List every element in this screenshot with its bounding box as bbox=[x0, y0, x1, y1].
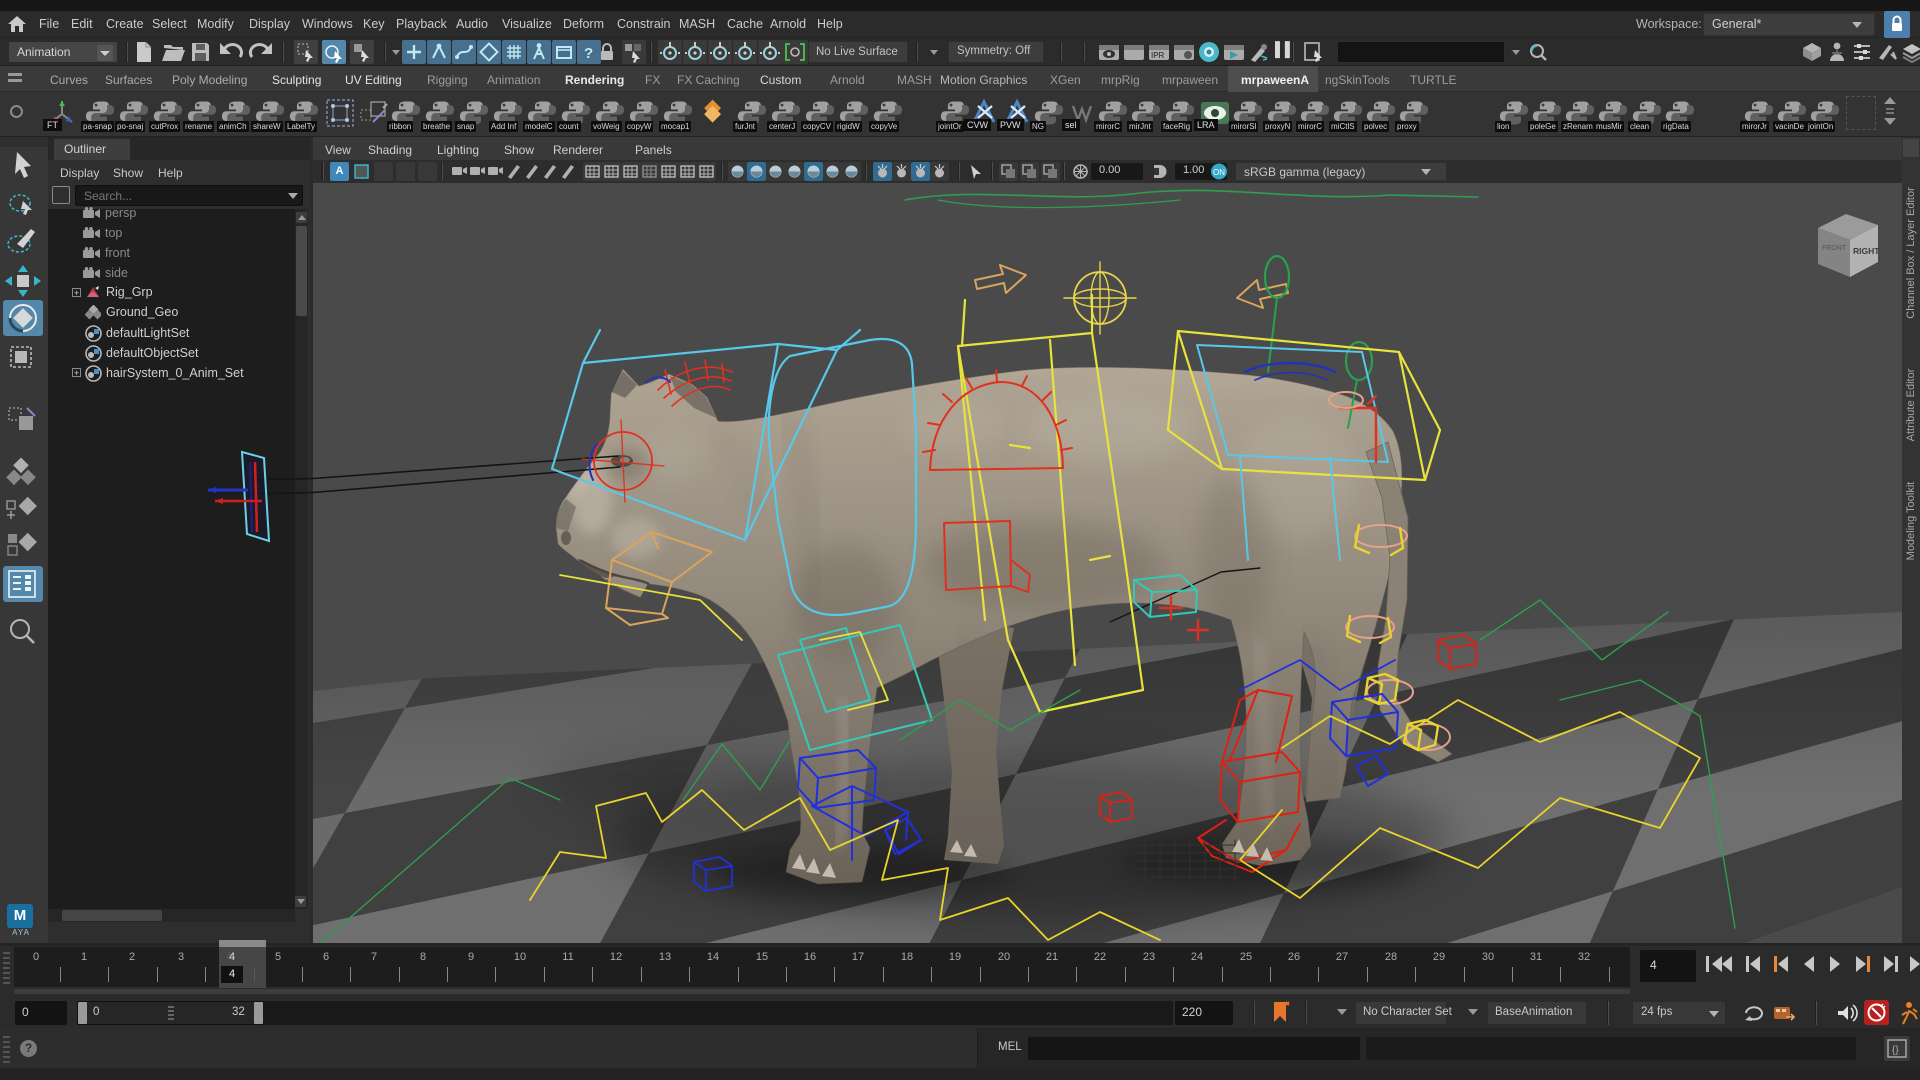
svg-text:FRONT: FRONT bbox=[1822, 245, 1847, 252]
svg-text:RIGHT: RIGHT bbox=[1853, 246, 1880, 256]
svg-text:{}: {} bbox=[1892, 1045, 1899, 1056]
svg-text:?: ? bbox=[584, 45, 593, 62]
svg-text:IPR: IPR bbox=[1151, 51, 1165, 60]
